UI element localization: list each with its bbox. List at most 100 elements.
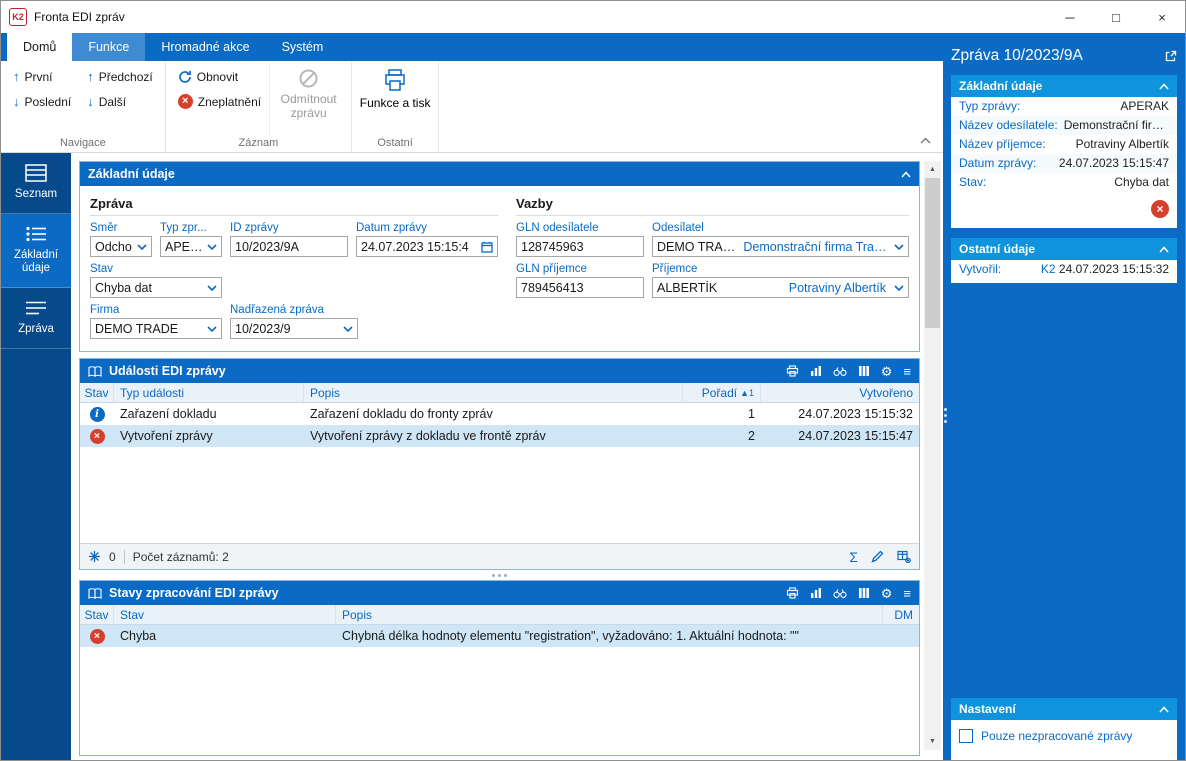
datum-zpravy-input[interactable]: 24.07.2023 15:15:4 xyxy=(356,236,498,257)
print-icon[interactable] xyxy=(786,587,799,599)
last-label: Poslední xyxy=(25,95,72,109)
table-row[interactable]: i Zařazení dokladu Zařazení dokladu do f… xyxy=(80,403,919,425)
group-label-zaznam: Záznam xyxy=(170,135,347,152)
column-header-popis[interactable]: Popis xyxy=(336,605,883,624)
marked-count: 0 xyxy=(109,550,116,564)
sum-icon[interactable]: Σ xyxy=(849,549,858,565)
combo-dropdown-icon[interactable] xyxy=(207,243,217,251)
invalidate-button[interactable]: × Zneplatnění xyxy=(170,89,269,114)
minimize-button[interactable]: ─ xyxy=(1047,1,1093,33)
scroll-down-icon[interactable]: ▼ xyxy=(924,733,941,750)
combo-dropdown-icon[interactable] xyxy=(894,284,904,292)
collapse-chevron-icon[interactable] xyxy=(901,171,911,178)
combo-dropdown-icon[interactable] xyxy=(343,325,353,333)
preview-row: Název příjemce:Potraviny Albertík xyxy=(951,135,1177,154)
sidebar-item-zakladni-udaje[interactable]: Základní údaje xyxy=(1,214,71,288)
expand-pane-icon[interactable] xyxy=(1164,50,1177,63)
grid-menu-icon[interactable]: ≡ xyxy=(903,587,911,600)
tab-hromadne-akce[interactable]: Hromadné akce xyxy=(145,33,265,61)
sidebar-item-seznam[interactable]: Seznam xyxy=(1,153,71,214)
combo-dropdown-icon[interactable] xyxy=(207,284,217,292)
column-header-dm[interactable]: DM xyxy=(883,605,919,624)
column-header-poradi[interactable]: Pořadí▲1 xyxy=(683,383,761,402)
smer-combo[interactable]: Odcho xyxy=(90,236,152,257)
sidebar-item-label: Základní údaje xyxy=(4,249,68,275)
typ-zpravy-combo[interactable]: APERA xyxy=(160,236,222,257)
chart-icon[interactable] xyxy=(810,587,822,599)
vertical-scrollbar[interactable]: ▲ ▼ xyxy=(924,161,941,750)
gear-icon[interactable]: ⚙ xyxy=(881,365,893,378)
columns-icon[interactable] xyxy=(858,587,870,599)
grid-menu-icon[interactable]: ≡ xyxy=(903,365,911,378)
field-label: Typ zpr... xyxy=(160,222,222,235)
scrollbar-thumb[interactable] xyxy=(925,178,940,328)
binoculars-icon[interactable] xyxy=(833,366,847,377)
column-header-vytvoreno[interactable]: Vytvořeno xyxy=(761,383,919,402)
field-label: Směr xyxy=(90,222,152,235)
columns-icon[interactable] xyxy=(858,365,870,377)
gln-odesilatele-input[interactable]: 128745963 xyxy=(516,236,644,257)
column-header-popis[interactable]: Popis xyxy=(304,383,683,402)
recipient-link[interactable]: Potraviny Albertík xyxy=(789,281,886,295)
column-header-stav[interactable]: Stav xyxy=(80,383,114,402)
preview-basic-header[interactable]: Základní údaje xyxy=(951,75,1177,97)
table-row-selected[interactable]: × Vytvoření zprávy Vytvoření zprávy z do… xyxy=(80,425,919,447)
stav-combo[interactable]: Chyba dat xyxy=(90,277,222,298)
prijemce-combo[interactable]: ALBERTÍK Potraviny Albertík xyxy=(652,277,909,298)
next-label: Další xyxy=(99,95,126,109)
creator-link[interactable]: K2 xyxy=(1041,262,1056,276)
basic-panel-header[interactable]: Základní údaje xyxy=(80,162,919,186)
firma-combo[interactable]: DEMO TRADE xyxy=(90,318,222,339)
binoculars-icon[interactable] xyxy=(833,588,847,599)
group-label-navigace: Navigace xyxy=(5,135,161,152)
nadrazena-zprava-combo[interactable]: 10/2023/9 xyxy=(230,318,358,339)
id-zpravy-input[interactable]: 10/2023/9A xyxy=(230,236,348,257)
odesilatel-combo[interactable]: DEMO TRADE Demonstrační firma Trad... xyxy=(652,236,909,257)
next-button[interactable]: ↓ Další xyxy=(79,89,134,114)
column-header-stav[interactable]: Stav xyxy=(114,605,336,624)
collapse-chevron-icon[interactable] xyxy=(1159,706,1169,713)
combo-dropdown-icon[interactable] xyxy=(207,325,217,333)
calendar-icon[interactable] xyxy=(481,241,493,253)
unprocessed-only-checkbox[interactable] xyxy=(959,729,973,743)
scroll-up-icon[interactable]: ▲ xyxy=(924,161,941,178)
collapse-chevron-icon[interactable] xyxy=(1159,246,1169,253)
panel-splitter[interactable] xyxy=(79,570,920,580)
window-title: Fronta EDI zpráv xyxy=(34,10,125,24)
refresh-button[interactable]: Obnovit xyxy=(170,64,246,89)
grid-edit-icon[interactable] xyxy=(897,550,911,563)
combo-dropdown-icon[interactable] xyxy=(894,243,904,251)
empty-grid-area xyxy=(80,647,919,755)
functions-print-button[interactable]: Funkce a tisk xyxy=(356,64,434,110)
functions-print-label: Funkce a tisk xyxy=(360,96,431,110)
unprocessed-only-label[interactable]: Pouze nezpracované zprávy xyxy=(981,729,1132,743)
preview-other-header[interactable]: Ostatní údaje xyxy=(951,238,1177,260)
column-header-typ-udalosti[interactable]: Typ události xyxy=(114,383,304,402)
preview-settings-header[interactable]: Nastavení xyxy=(951,698,1177,720)
reject-message-button[interactable]: Odmítnout zprávu xyxy=(269,64,347,135)
tab-domu[interactable]: Domů xyxy=(7,33,72,61)
tab-system[interactable]: Systém xyxy=(266,33,340,61)
last-button[interactable]: ↓ Poslední xyxy=(5,89,79,114)
table-row-selected[interactable]: × Chyba Chybná délka hodnoty elementu "r… xyxy=(80,625,919,647)
sender-link[interactable]: Demonstrační firma Trad... xyxy=(743,240,890,254)
column-header-stav-icon[interactable]: Stav xyxy=(80,605,114,624)
scrollbar-track[interactable] xyxy=(924,328,941,733)
print-icon[interactable] xyxy=(786,365,799,377)
collapse-ribbon-icon[interactable] xyxy=(920,137,931,144)
events-panel-title: Události EDI zprávy xyxy=(109,364,226,378)
close-button[interactable]: × xyxy=(1139,1,1185,33)
combo-dropdown-icon[interactable] xyxy=(137,243,147,251)
gln-prijemce-input[interactable]: 789456413 xyxy=(516,277,644,298)
first-button[interactable]: ↑ První xyxy=(5,64,61,89)
maximize-button[interactable]: □ xyxy=(1093,1,1139,33)
gear-icon[interactable]: ⚙ xyxy=(881,587,893,600)
edit-icon[interactable] xyxy=(871,550,884,563)
collapse-chevron-icon[interactable] xyxy=(1159,83,1169,90)
tab-funkce[interactable]: Funkce xyxy=(72,33,145,61)
sidebar-item-zprava[interactable]: Zpráva xyxy=(1,288,71,349)
previous-button[interactable]: ↑ Předchozí xyxy=(79,64,161,89)
reject-message-label: Odmítnout zprávu xyxy=(270,92,347,121)
chart-icon[interactable] xyxy=(810,365,822,377)
pane-splitter-handle[interactable] xyxy=(944,408,947,423)
